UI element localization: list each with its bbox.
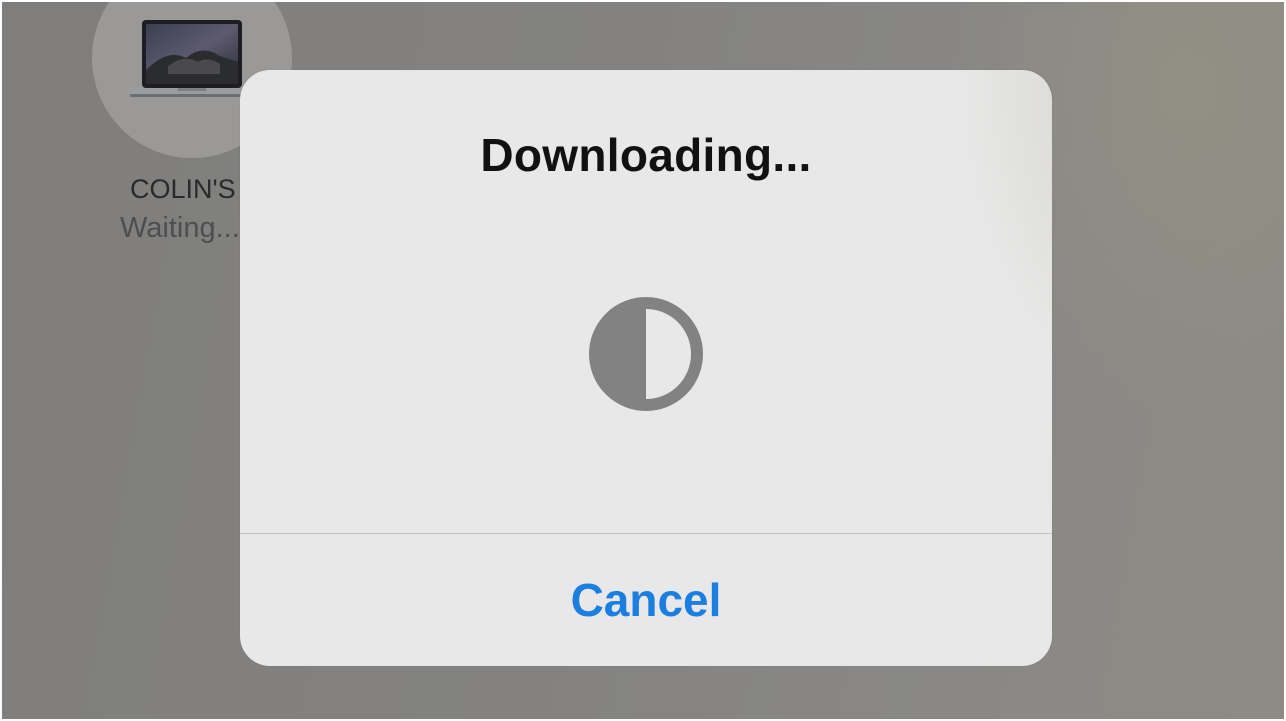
dialog-title: Downloading... bbox=[480, 129, 812, 181]
device-name-label: COLIN'S bbox=[130, 174, 236, 204]
laptop-icon bbox=[128, 20, 256, 97]
progress-ring-icon bbox=[589, 297, 703, 411]
screen-frame: COLIN'S Waiting... Downloading... Cancel bbox=[2, 2, 1284, 719]
cancel-button[interactable]: Cancel bbox=[240, 534, 1052, 666]
download-alert-dialog: Downloading... Cancel bbox=[240, 70, 1052, 666]
device-status-label: Waiting... bbox=[120, 212, 240, 244]
